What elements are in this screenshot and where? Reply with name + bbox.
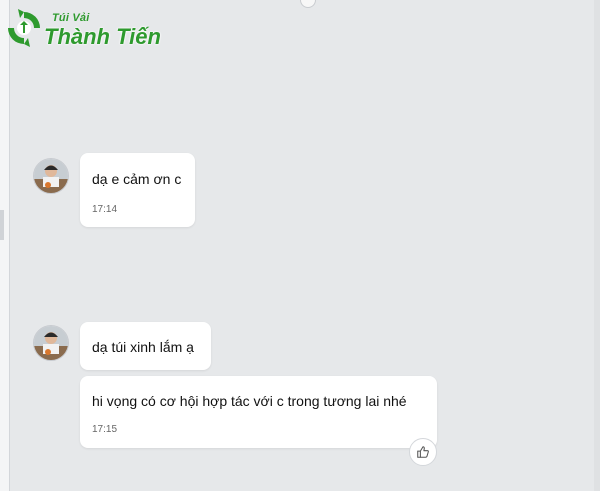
- left-panel-edge: [0, 0, 10, 491]
- recycle-arrows-icon: [8, 9, 40, 47]
- avatar-photo: [34, 159, 68, 193]
- panel-resize-handle[interactable]: [0, 210, 4, 240]
- chat-bubble: hi vọng có cơ hội hợp tác với c trong tư…: [80, 376, 437, 448]
- avatar[interactable]: [33, 158, 69, 194]
- message-text: dạ e cảm ơn c: [92, 171, 182, 187]
- message-time: 17:14: [92, 204, 118, 215]
- logo-brand-name: Thành Tiến: [44, 24, 161, 49]
- logo-tagline: Túi Vải: [52, 12, 90, 24]
- thumbs-up-icon: [417, 446, 429, 458]
- scroll-top-indicator[interactable]: [300, 0, 316, 8]
- avatar[interactable]: [33, 325, 69, 361]
- chat-bubble: dạ e cảm ơn c 17:14: [80, 153, 195, 227]
- message-time: 17:15: [92, 424, 118, 435]
- message-text: dạ túi xinh lắm ạ: [92, 339, 194, 355]
- message-text: hi vọng có cơ hội hợp tác với c trong tư…: [92, 393, 407, 409]
- right-scrollbar-track[interactable]: [594, 0, 600, 491]
- brand-logo: Túi Vải Thành Tiến: [4, 8, 161, 52]
- avatar-photo: [34, 326, 68, 360]
- chat-bubble: dạ túi xinh lắm ạ: [80, 322, 211, 370]
- like-button[interactable]: [409, 438, 437, 466]
